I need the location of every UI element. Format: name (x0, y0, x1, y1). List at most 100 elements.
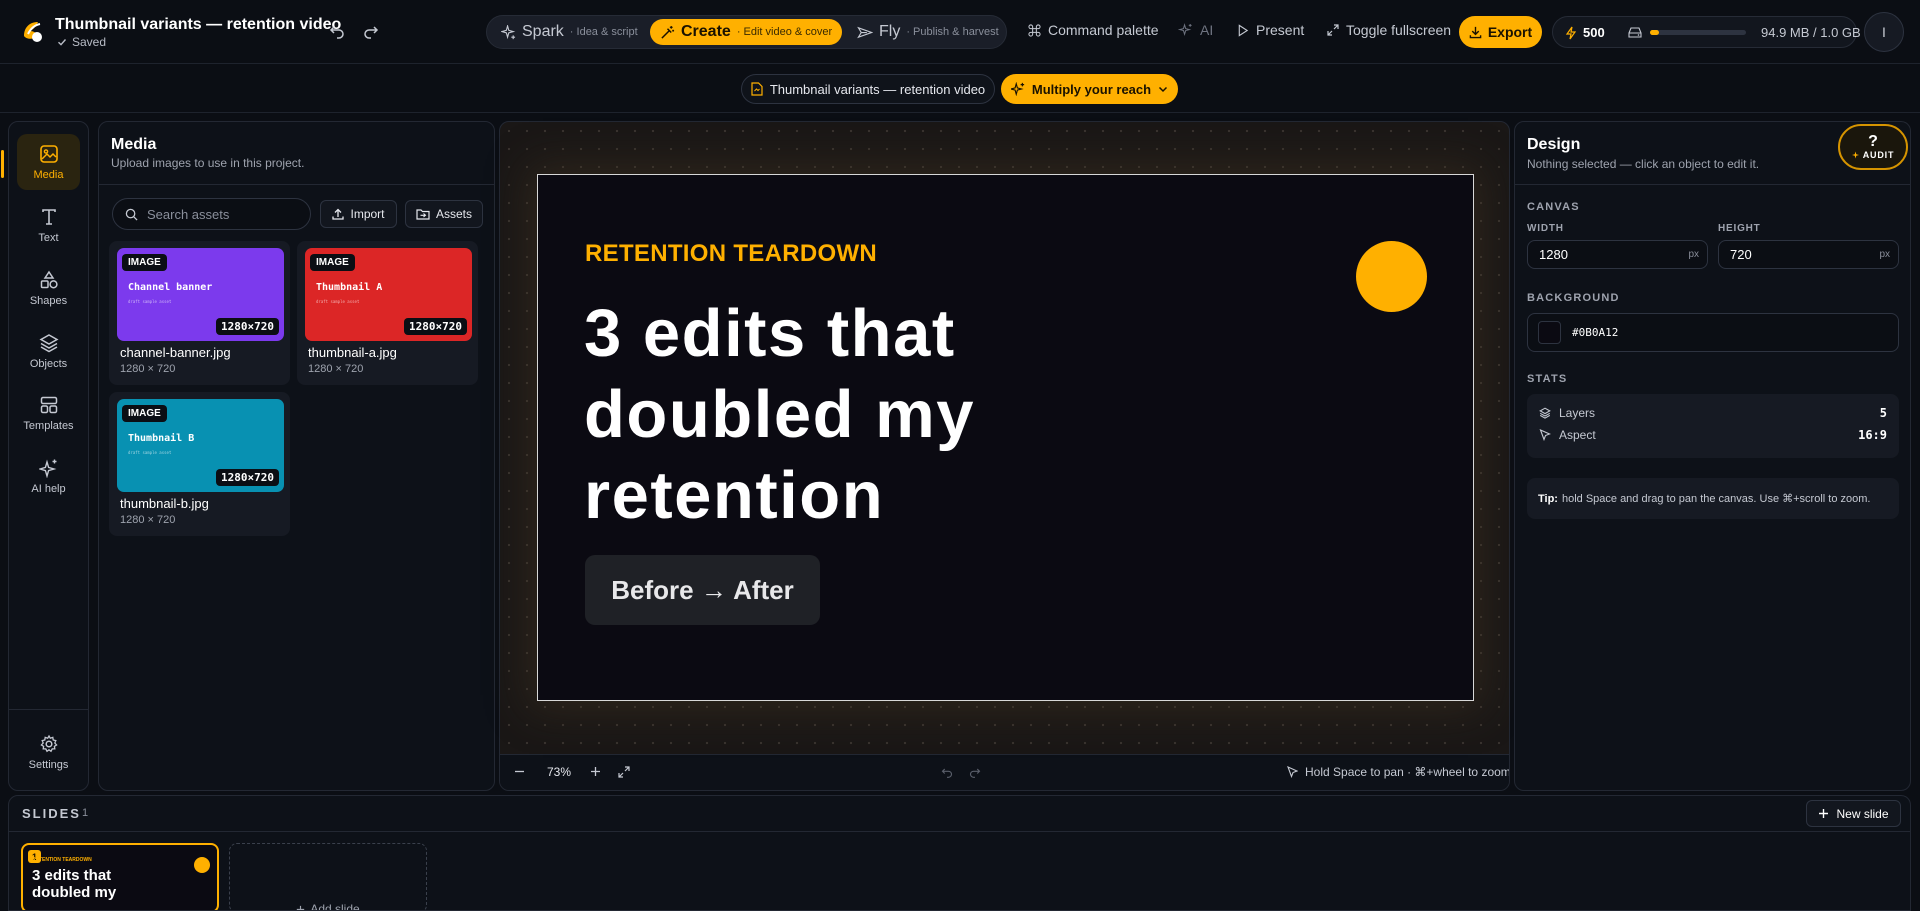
canvas-accent-circle[interactable] (1356, 241, 1427, 312)
fullscreen-label: Toggle fullscreen (1346, 22, 1452, 38)
breadcrumb[interactable]: Thumbnail variants — retention video (741, 74, 995, 104)
assets-button[interactable]: Assets (405, 200, 483, 228)
mode-create[interactable]: Create · Edit video & cover (650, 19, 843, 45)
asset-size: 1280 × 720 (120, 363, 176, 375)
present-button[interactable]: Present (1237, 22, 1304, 38)
shapes-icon (39, 270, 59, 290)
canvas-kicker-text[interactable]: RETENTION TEARDOWN (585, 240, 877, 268)
rail-label-ai-help: AI help (31, 482, 66, 495)
breadcrumb-label: Thumbnail variants — retention video (769, 81, 986, 97)
rail-item-templates[interactable]: Templates (17, 385, 80, 441)
project-title[interactable]: Thumbnail variants — retention video (55, 16, 341, 34)
stats-card: Layers 5 Aspect 16:9 (1527, 394, 1899, 458)
asset-card[interactable]: IMAGE Thumbnail B draft sample asset 128… (109, 392, 290, 536)
export-label: Export (1487, 24, 1533, 40)
app-logo-icon[interactable] (18, 16, 48, 46)
asset-dims: 1280×720 (216, 318, 279, 335)
background-swatch[interactable] (1538, 321, 1561, 344)
sparkles-icon (38, 458, 59, 478)
rail-item-objects[interactable]: Objects (17, 323, 80, 379)
zoom-in-icon[interactable] (590, 766, 601, 777)
command-palette-label: Command palette (1048, 22, 1159, 38)
top-bar: Thumbnail variants — retention video Sav… (0, 0, 1920, 64)
asset-card[interactable]: IMAGE Thumbnail A draft sample asset 128… (297, 241, 478, 385)
search-input[interactable]: Search assets (112, 198, 311, 230)
play-icon (1237, 23, 1249, 37)
tip-text: hold Space and drag to pan the canvas. U… (1561, 493, 1871, 505)
export-button[interactable]: Export (1459, 16, 1542, 48)
avatar[interactable]: I (1864, 12, 1904, 52)
width-field[interactable]: 1280 px (1527, 240, 1708, 269)
height-field[interactable]: 720 px (1718, 240, 1899, 269)
rail-item-media[interactable]: Media (17, 134, 80, 190)
canvas-headline-text[interactable]: 3 edits that doubled my retention (584, 293, 1064, 536)
zoom-out-icon[interactable] (514, 766, 525, 777)
image-icon (39, 144, 59, 164)
canvas-section-label: CANVAS (1527, 201, 1580, 213)
asset-size: 1280 × 720 (120, 514, 176, 526)
height-value: 720 (1730, 247, 1752, 262)
storage-bar-fill (1650, 30, 1660, 35)
multiply-reach-button[interactable]: Multiply your reach (1001, 74, 1178, 104)
mode-spark-subtitle: · Idea & script (569, 26, 638, 38)
text-icon (39, 207, 59, 227)
height-label: HEIGHT (1718, 223, 1761, 234)
asset-thumb-title: Thumbnail B (128, 433, 195, 444)
search-icon (125, 208, 138, 221)
slide-kicker: RETENTION TEARDOWN (32, 857, 92, 863)
width-value: 1280 (1539, 247, 1568, 262)
command-palette-button[interactable]: Command palette (1028, 22, 1159, 38)
aspect-label: Aspect (1559, 428, 1596, 442)
canvas-undo-icon[interactable] (941, 766, 953, 778)
slide-thumbnail[interactable]: 1 RETENTION TEARDOWN 3 edits that double… (21, 843, 219, 910)
slide-accent-circle (194, 857, 210, 873)
asset-thumbnail: IMAGE Thumbnail B draft sample asset 128… (117, 399, 284, 492)
mode-spark[interactable]: Spark · Idea & script (491, 19, 648, 45)
add-slide-button[interactable]: Add slide (229, 843, 427, 911)
slides-divider (9, 831, 1910, 832)
background-value: #0B0A12 (1572, 326, 1619, 339)
design-panel: Design Nothing selected — click an objec… (1514, 121, 1911, 791)
redo-button[interactable] (361, 20, 381, 42)
ai-button[interactable]: AI (1178, 22, 1213, 38)
usage-meter: 500 94.9 MB / 1.0 GB (1552, 16, 1861, 48)
new-slide-button[interactable]: New slide (1806, 800, 1901, 827)
add-slide-label: Add slide (310, 902, 360, 911)
background-color-field[interactable]: #0B0A12 (1527, 313, 1899, 352)
storage-bar (1650, 30, 1746, 35)
asset-thumb-sub: draft sample asset (128, 299, 172, 304)
rail-item-settings[interactable]: Settings (17, 724, 80, 780)
rail-label-objects: Objects (29, 357, 68, 370)
design-title: Design (1527, 136, 1581, 153)
stats-row-aspect: Aspect 16:9 (1539, 428, 1887, 442)
audit-button[interactable]: ? AUDIT (1838, 124, 1908, 170)
add-plus-icon (296, 905, 305, 910)
undo-button[interactable] (327, 20, 347, 42)
rail-item-ai-help[interactable]: AI help (17, 448, 80, 504)
audit-sparkle-icon (1851, 151, 1860, 159)
fit-screen-icon[interactable] (618, 766, 630, 778)
asset-thumb-title: Channel banner (128, 282, 213, 293)
ai-sparkle-icon (1178, 22, 1193, 38)
canvas-redo-icon[interactable] (969, 766, 981, 778)
rail-item-text[interactable]: Text (17, 197, 80, 253)
audit-label: AUDIT (1862, 150, 1895, 160)
width-unit: px (1688, 249, 1699, 260)
canvas-before-after-pill[interactable]: Before → After (585, 555, 820, 625)
asset-thumb-sub: draft sample asset (128, 450, 172, 455)
slide-headline: 3 edits that doubled my (32, 867, 117, 901)
asset-card[interactable]: IMAGE Channel banner draft sample asset … (109, 241, 290, 385)
mode-fly[interactable]: Fly · Publish & harvest (847, 19, 1009, 45)
fullscreen-button[interactable]: Toggle fullscreen (1327, 22, 1451, 38)
asset-size: 1280 × 720 (308, 363, 364, 375)
rail-item-shapes[interactable]: Shapes (17, 260, 80, 316)
asset-thumb-title: Thumbnail A (316, 282, 383, 293)
gear-icon (39, 734, 59, 754)
design-canvas[interactable]: RETENTION TEARDOWN 3 edits that doubled … (537, 174, 1474, 701)
import-button[interactable]: Import (320, 200, 397, 228)
download-icon (1469, 26, 1482, 39)
ai-label: AI (1200, 22, 1214, 38)
command-icon (1028, 23, 1041, 37)
aspect-pointer-icon (1539, 429, 1551, 441)
tool-rail: Media Text Shapes Objects Templates AI h… (1, 121, 89, 791)
